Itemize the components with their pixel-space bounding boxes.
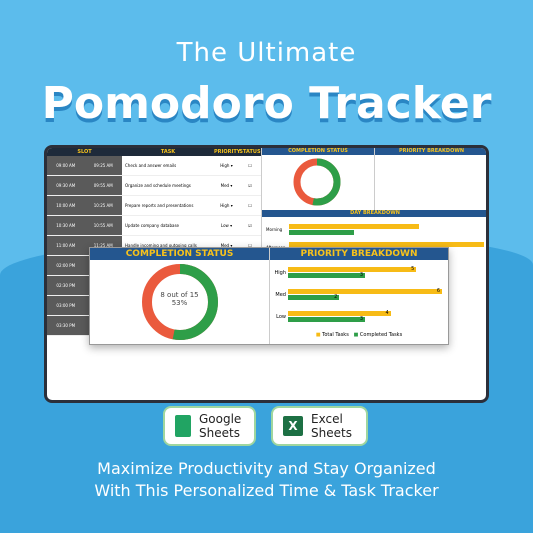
legend-completed: Completed Tasks: [359, 332, 403, 338]
legend-total: Total Tasks: [322, 332, 349, 338]
excel-sheets-badge: X Excel Sheets: [271, 406, 368, 446]
footer-line2: With This Personalized Time & Task Track…: [94, 481, 439, 500]
task-cell[interactable]: Organize and schedule meetings: [122, 176, 214, 195]
slot-end: 10:25 AM: [93, 203, 113, 208]
small-completion-title: COMPLETION STATUS: [262, 148, 374, 155]
priority-row-low: Low 4 3: [270, 310, 442, 323]
completion-percent: 53%: [171, 299, 188, 307]
task-cell[interactable]: Prepare reports and presentations: [122, 196, 214, 215]
bar-total-label: 6: [436, 288, 440, 294]
priority-label: High: [274, 269, 287, 276]
priority-value: High: [220, 163, 230, 168]
bar-completed: 3: [288, 316, 365, 322]
status-checkbox[interactable]: ☑: [239, 216, 261, 235]
bar-total-label: 5: [411, 266, 415, 272]
footer-text: Maximize Productivity and Stay Organized…: [0, 458, 533, 502]
task-cell[interactable]: Check and answer emails: [122, 156, 214, 175]
header-slot: SLOT: [77, 149, 92, 155]
bar-completed-label: 3: [359, 316, 363, 322]
slot-start: 09:00 AM: [56, 163, 76, 168]
bar-total-label: 4: [385, 310, 389, 316]
priority-legend: ■ Total Tasks ■ Completed Tasks: [315, 332, 403, 338]
slot-start: 03:30 PM: [56, 323, 76, 328]
bar-total: 4: [288, 310, 391, 316]
table-row: 10:00 AM 10:25 AM Prepare reports and pres…: [47, 196, 261, 216]
completion-count: 8 out of 15: [160, 291, 199, 299]
google-sheets-label: Google Sheets: [199, 412, 242, 440]
slot-start: 03:00 PM: [56, 303, 76, 308]
google-sheets-badge: Google Sheets: [163, 406, 256, 446]
priority-value: High: [220, 203, 230, 208]
excel-icon: X: [283, 416, 303, 436]
table-row: 10:30 AM 10:55 AM Update company database L…: [47, 216, 261, 236]
priority-row-high: High 5 3: [270, 266, 442, 279]
title-line1: The Ultimate: [176, 38, 357, 68]
bar-completed-label: 3: [359, 272, 363, 278]
header-status: STATUS: [239, 149, 261, 155]
status-checkbox[interactable]: ☐: [239, 196, 261, 215]
priority-dropdown[interactable]: Low ▾: [214, 216, 239, 235]
day-bar-morning-total: [289, 224, 419, 229]
footer-line1: Maximize Productivity and Stay Organized: [97, 459, 436, 478]
priority-value: Low: [220, 223, 229, 228]
bar-completed: 2: [288, 294, 340, 300]
table-row: 09:00 AM 09:25 AM Check and answer emails H…: [47, 156, 261, 176]
dashboard-zoomed: COMPLETION STATUS 8 out of 15 53% PRIORI…: [89, 247, 449, 345]
bar-total: 5: [288, 266, 417, 272]
priority-value: Med: [220, 183, 230, 188]
slot-start: 02:00 PM: [56, 263, 76, 268]
day-label-morning: Morning: [266, 227, 283, 232]
excel-sheets-label: Excel Sheets: [311, 412, 352, 440]
status-checkbox[interactable]: ☑: [239, 176, 261, 195]
bar-total: 6: [288, 288, 442, 294]
slot-end: 09:25 AM: [93, 163, 113, 168]
google-sheets-icon: [175, 415, 191, 437]
priority-dropdown[interactable]: Med ▾: [214, 176, 239, 195]
table-row: 09:30 AM 09:55 AM Organize and schedule me…: [47, 176, 261, 196]
status-checkbox[interactable]: ☐: [239, 156, 261, 175]
slot-start: 10:30 AM: [56, 223, 76, 228]
priority-breakdown-title: PRIORITY BREAKDOWN: [270, 248, 448, 260]
priority-dropdown[interactable]: High ▾: [214, 196, 239, 215]
priority-dropdown[interactable]: High ▾: [214, 156, 239, 175]
completion-status-title: COMPLETION STATUS: [90, 248, 269, 260]
slot-start: 02:30 PM: [56, 283, 76, 288]
slot-start: 11:00 AM: [56, 243, 76, 248]
small-donut-chart: [293, 158, 341, 206]
title-line2: Pomodoro Tracker: [41, 78, 492, 129]
slot-end: 10:55 AM: [93, 223, 113, 228]
task-cell[interactable]: Update company database: [122, 216, 214, 235]
priority-label: Med: [275, 291, 286, 298]
bar-completed: 3: [288, 272, 365, 278]
priority-label: Low: [276, 313, 286, 320]
day-bar-morning-completed: [289, 230, 354, 235]
slot-end: 09:55 AM: [93, 183, 113, 188]
slot-start: 09:30 AM: [56, 183, 76, 188]
header-priority: PRIORITY: [214, 149, 241, 155]
priority-row-med: Med 6 2: [270, 288, 442, 301]
header-task: TASK: [160, 149, 176, 155]
bar-completed-label: 2: [334, 294, 338, 300]
small-priority-title: PRIORITY BREAKDOWN: [375, 148, 486, 155]
slot-start: 10:00 AM: [56, 203, 76, 208]
